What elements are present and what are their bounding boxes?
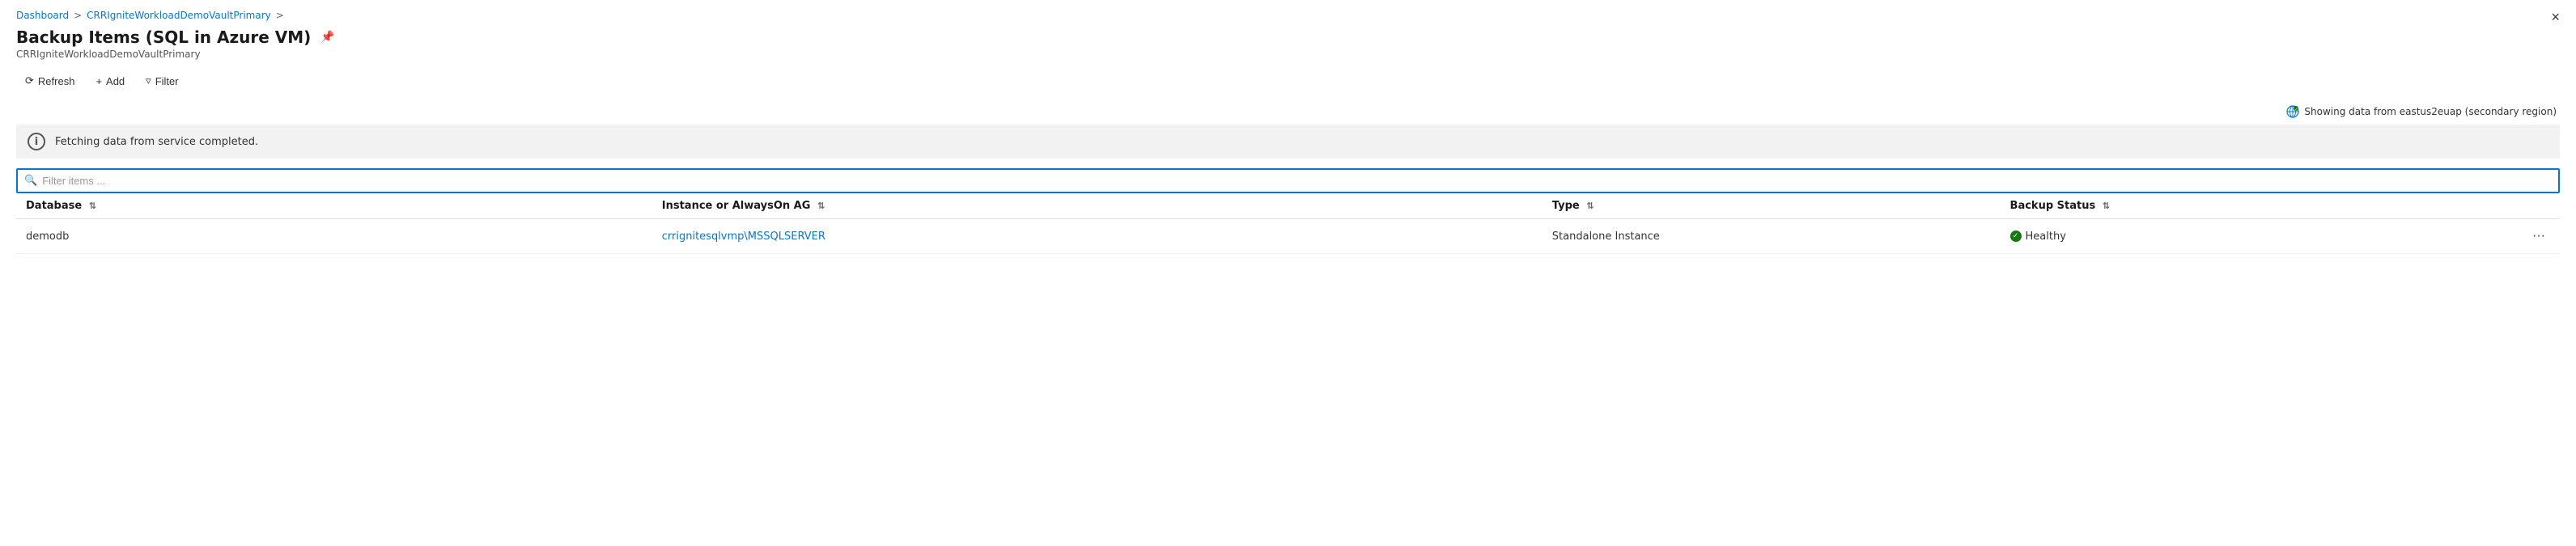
cell-actions[interactable]: ··· <box>2458 219 2560 254</box>
secondary-region-banner: ✓ Showing data from eastus2euap (seconda… <box>16 105 2560 118</box>
breadcrumb-sep-1: > <box>74 10 82 21</box>
backup-items-table: Database ⇅ Instance or AlwaysOn AG ⇅ Typ… <box>16 193 2560 254</box>
breadcrumb-vault[interactable]: CRRIgniteWorkloadDemoVaultPrimary <box>87 10 271 21</box>
secondary-region-text: Showing data from eastus2euap (secondary… <box>2304 106 2557 117</box>
table-container: Database ⇅ Instance or AlwaysOn AG ⇅ Typ… <box>16 193 2560 254</box>
page-title: Backup Items (SQL in Azure VM) <box>16 28 311 47</box>
col-header-type[interactable]: Type ⇅ <box>1543 193 2001 219</box>
refresh-label: Refresh <box>38 75 75 87</box>
status-text: Healthy <box>2026 231 2066 243</box>
cell-database: demodb <box>16 219 652 254</box>
add-button[interactable]: + Add <box>87 70 134 92</box>
add-icon: + <box>95 75 102 87</box>
info-message: Fetching data from service completed. <box>55 136 258 148</box>
filter-icon: ▿ <box>146 74 151 87</box>
filter-button[interactable]: ▿ Filter <box>137 70 187 92</box>
main-container: Dashboard > CRRIgniteWorkloadDemoVaultPr… <box>0 0 2576 254</box>
cell-type: Standalone Instance <box>1543 219 2001 254</box>
filter-input-container: 🔍 <box>16 168 2560 193</box>
sort-icon-database: ⇅ <box>89 201 96 211</box>
info-bar: i Fetching data from service completed. <box>16 125 2560 159</box>
col-header-instance[interactable]: Instance or AlwaysOn AG ⇅ <box>652 193 1543 219</box>
filter-label: Filter <box>155 75 179 87</box>
instance-link[interactable]: crrignitesqlvmp\MSSQLSERVER <box>662 231 825 243</box>
col-header-status[interactable]: Backup Status ⇅ <box>2001 193 2459 219</box>
more-actions-button[interactable]: ··· <box>2527 227 2550 245</box>
svg-text:✓: ✓ <box>2295 108 2298 112</box>
status-healthy: Healthy <box>2010 231 2449 243</box>
page-header: Backup Items (SQL in Azure VM) 📌 <box>16 28 2560 47</box>
filter-input[interactable] <box>42 170 2552 192</box>
breadcrumb-sep-2: > <box>276 10 284 21</box>
col-header-actions <box>2458 193 2560 219</box>
vault-name: CRRIgniteWorkloadDemoVaultPrimary <box>16 49 2560 60</box>
breadcrumb-dashboard[interactable]: Dashboard <box>16 10 69 21</box>
add-label: Add <box>106 75 125 87</box>
healthy-icon <box>2010 231 2022 242</box>
toolbar: ⟳ Refresh + Add ▿ Filter <box>16 70 2560 92</box>
col-header-database[interactable]: Database ⇅ <box>16 193 652 219</box>
table-row: demodb crrignitesqlvmp\MSSQLSERVER Standal… <box>16 219 2560 254</box>
breadcrumb: Dashboard > CRRIgniteWorkloadDemoVaultPr… <box>16 10 2560 21</box>
close-button[interactable]: × <box>2551 10 2560 24</box>
info-icon: i <box>28 133 45 150</box>
search-icon: 🔍 <box>24 175 37 187</box>
pin-icon[interactable]: 📌 <box>320 31 334 44</box>
sort-icon-instance: ⇅ <box>817 201 825 211</box>
globe-icon: ✓ <box>2286 105 2299 118</box>
sort-icon-type: ⇅ <box>1586 201 1594 211</box>
refresh-button[interactable]: ⟳ Refresh <box>16 70 83 92</box>
cell-instance[interactable]: crrignitesqlvmp\MSSQLSERVER <box>652 219 1543 254</box>
refresh-icon: ⟳ <box>25 74 34 87</box>
table-header-row: Database ⇅ Instance or AlwaysOn AG ⇅ Typ… <box>16 193 2560 219</box>
sort-icon-status: ⇅ <box>2103 201 2110 211</box>
cell-status: Healthy <box>2001 219 2459 254</box>
